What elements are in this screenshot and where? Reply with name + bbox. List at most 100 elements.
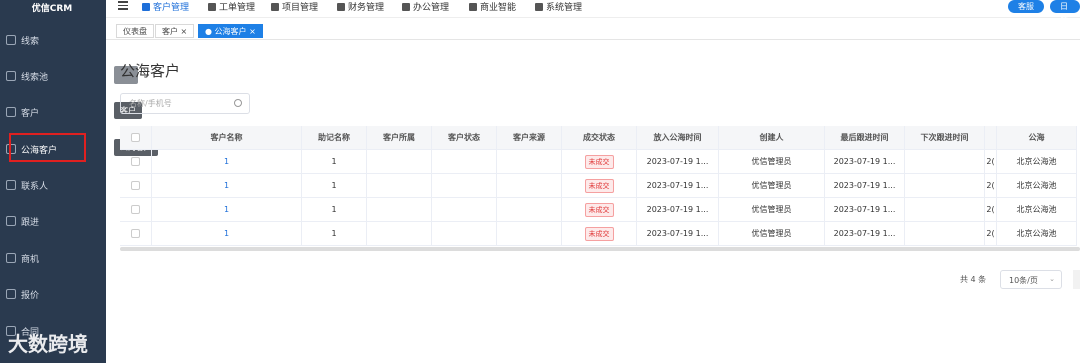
header-cell[interactable]: 放入公海时间 bbox=[637, 126, 719, 149]
table-cell: 2023-07-19 1... bbox=[637, 222, 719, 245]
chart-icon bbox=[469, 2, 477, 11]
table-cell: 2( bbox=[985, 198, 997, 221]
header-cell[interactable]: 创建人 bbox=[719, 126, 825, 149]
table-cell bbox=[497, 174, 562, 197]
row-checkbox[interactable] bbox=[131, 181, 140, 190]
table-cell: 2023-07-19 1... bbox=[637, 198, 719, 221]
sidebar-item-label: 线索 bbox=[21, 36, 40, 47]
nav-customer-management[interactable]: 客户管理 bbox=[142, 0, 189, 13]
nav-system-management[interactable]: 系统管理 bbox=[535, 0, 582, 13]
row-checkbox[interactable] bbox=[131, 157, 140, 166]
deal-status-cell: 未成交 bbox=[562, 222, 637, 245]
sidebar-item-leads[interactable]: 线索 bbox=[0, 29, 106, 51]
table-cell: 优信管理员 bbox=[719, 174, 825, 197]
status-badge: 未成交 bbox=[584, 226, 614, 241]
table-cell: 1 bbox=[302, 174, 367, 197]
table-cell: 优信管理员 bbox=[719, 150, 825, 173]
table-cell bbox=[497, 150, 562, 173]
table-cell: 2023-07-19 1... bbox=[825, 150, 905, 173]
table-cell: 优信管理员 bbox=[719, 198, 825, 221]
service-button[interactable]: 客服 bbox=[1008, 0, 1044, 13]
row-checkbox[interactable] bbox=[131, 205, 140, 214]
sidebar-item-label: 联系人 bbox=[21, 181, 49, 192]
chevron-down-icon: ⌄ bbox=[1049, 275, 1055, 283]
table-row[interactable]: 1 1 未成交 2023-07-19 1... 优信管理员 2023-07-19… bbox=[120, 150, 1077, 174]
header-cell[interactable]: 公海 bbox=[997, 126, 1077, 149]
nav-ticket-management[interactable]: 工单管理 bbox=[208, 0, 255, 13]
sidebar-item-lead-pool[interactable]: 线索池 bbox=[0, 65, 106, 87]
project-icon bbox=[271, 2, 279, 11]
customer-name-link[interactable]: 1 bbox=[152, 222, 302, 245]
tab-customers[interactable]: 客户 × bbox=[155, 24, 195, 38]
customer-name-link[interactable]: 1 bbox=[152, 198, 302, 221]
table-row[interactable]: 1 1 未成交 2023-07-19 1... 优信管理员 2023-07-19… bbox=[120, 198, 1077, 222]
deal-status-cell: 未成交 bbox=[562, 174, 637, 197]
row-select[interactable] bbox=[120, 222, 152, 245]
sidebar-item-customers[interactable]: 客户 bbox=[0, 101, 106, 123]
table-cell bbox=[432, 222, 497, 245]
customer-name-link[interactable]: 1 bbox=[152, 174, 302, 197]
quote-icon bbox=[6, 289, 16, 299]
tab-public-customers[interactable]: ● 公海客户 × bbox=[198, 24, 263, 38]
table-cell: 2023-07-19 1... bbox=[825, 174, 905, 197]
row-select[interactable] bbox=[120, 174, 152, 197]
sidebar-item-label: 线索池 bbox=[21, 72, 49, 83]
tab-bar: 仪表盘 客户 × ● 公海客户 × bbox=[106, 22, 1080, 40]
header-cell[interactable]: 客户名称 bbox=[152, 126, 302, 149]
schedule-button[interactable]: 日程 bbox=[1050, 0, 1080, 22]
header-cell[interactable]: 客户来源 bbox=[497, 126, 562, 149]
wrench-icon bbox=[535, 2, 543, 11]
sidebar-item-quotes[interactable]: 报价 bbox=[0, 283, 106, 305]
header-cell[interactable]: 下次跟进时间 bbox=[905, 126, 985, 149]
menu-icon[interactable] bbox=[118, 1, 128, 10]
table-cell: 2023-07-19 1... bbox=[825, 198, 905, 221]
table-cell: 2( bbox=[985, 222, 997, 245]
pagination-next-button[interactable] bbox=[1073, 270, 1080, 289]
table-row[interactable]: 1 1 未成交 2023-07-19 1... 优信管理员 2023-07-19… bbox=[120, 174, 1077, 198]
tab-dashboard[interactable]: 仪表盘 bbox=[116, 24, 154, 38]
user-icon bbox=[142, 2, 150, 11]
header-cell[interactable]: 客户所属 bbox=[367, 126, 432, 149]
app-logo: 优信CRM bbox=[31, 4, 73, 14]
office-icon bbox=[402, 2, 410, 11]
sidebar-item-contacts[interactable]: 联系人 bbox=[0, 174, 106, 196]
table-cell bbox=[367, 198, 432, 221]
header-cell[interactable]: 助记名称 bbox=[302, 126, 367, 149]
deal-status-cell: 未成交 bbox=[562, 198, 637, 221]
database-icon bbox=[6, 71, 16, 81]
row-checkbox[interactable] bbox=[131, 229, 140, 238]
sidebar-item-opportunities[interactable]: 商机 bbox=[0, 247, 106, 269]
table-cell bbox=[905, 222, 985, 245]
row-select[interactable] bbox=[120, 150, 152, 173]
header-select[interactable] bbox=[120, 126, 152, 149]
nav-project-management[interactable]: 项目管理 bbox=[271, 0, 318, 13]
sidebar-item-label: 跟进 bbox=[21, 217, 40, 228]
customer-name-link[interactable]: 1 bbox=[152, 150, 302, 173]
table-cell bbox=[367, 150, 432, 173]
search-icon[interactable] bbox=[234, 99, 242, 107]
table-cell: 2( bbox=[985, 174, 997, 197]
contact-icon bbox=[6, 180, 16, 190]
table-cell bbox=[905, 174, 985, 197]
table-cell: 北京公海池 bbox=[997, 222, 1077, 245]
table-cell: 北京公海池 bbox=[997, 174, 1077, 197]
pagination-total: 共 4 条 bbox=[960, 275, 987, 284]
sidebar-item-followup[interactable]: 跟进 bbox=[0, 210, 106, 232]
row-select[interactable] bbox=[120, 198, 152, 221]
top-navbar: 客户管理 工单管理 项目管理 财务管理 办公管理 商业智能 系统管理 客服 日程 bbox=[106, 0, 1080, 22]
sidebar: 优信CRM 线索 线索池 客户 公海客户 联系人 跟进 商机 报价 合同 bbox=[0, 0, 106, 363]
table-cell: 1 bbox=[302, 222, 367, 245]
table-row[interactable]: 1 1 未成交 2023-07-19 1... 优信管理员 2023-07-19… bbox=[120, 222, 1077, 246]
horizontal-scrollbar[interactable] bbox=[120, 247, 1080, 251]
nav-finance-management[interactable]: 财务管理 bbox=[337, 0, 384, 13]
header-cell[interactable]: 成交状态 bbox=[562, 126, 637, 149]
header-cell[interactable]: 最后跟进时间 bbox=[825, 126, 905, 149]
nav-business-intelligence[interactable]: 商业智能 bbox=[469, 0, 516, 13]
status-badge: 未成交 bbox=[584, 178, 614, 193]
page-size-select[interactable]: 10条/页 ⌄ bbox=[1000, 270, 1062, 289]
header-cell[interactable]: 客户状态 bbox=[432, 126, 497, 149]
select-all-checkbox[interactable] bbox=[131, 133, 140, 142]
nav-office-management[interactable]: 办公管理 bbox=[402, 0, 449, 13]
search-input[interactable]: 名称/手机号 bbox=[120, 93, 250, 114]
deal-status-cell: 未成交 bbox=[562, 150, 637, 173]
